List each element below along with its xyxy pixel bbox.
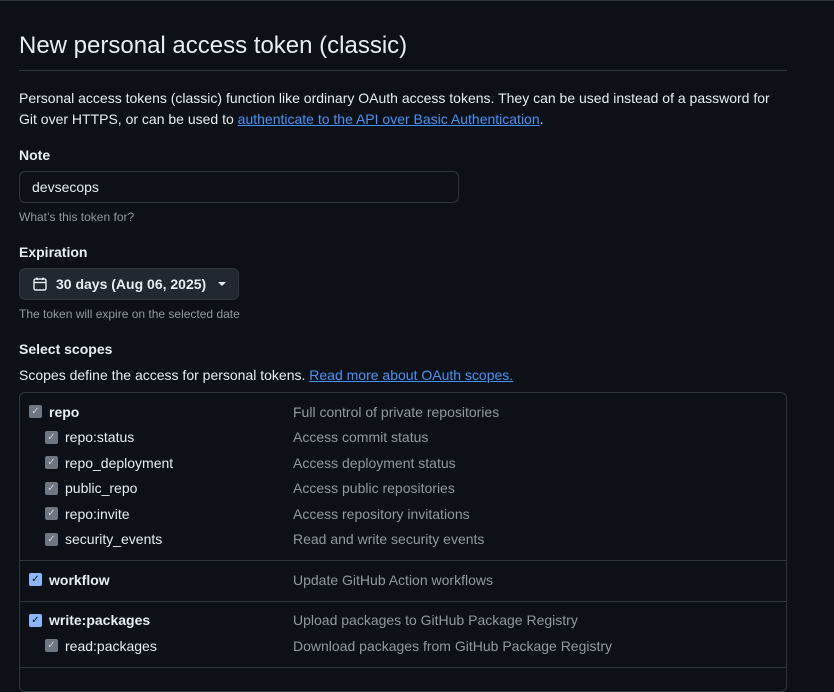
scopes-label: Select scopes bbox=[19, 341, 113, 357]
scope-checkbox[interactable]: ✓ bbox=[29, 573, 42, 587]
expiration-dropdown[interactable]: 30 days (Aug 06, 2025) bbox=[19, 268, 240, 300]
scope-desc: Update GitHub Action workflows bbox=[293, 571, 493, 588]
expiration-value: 30 days (Aug 06, 2025) bbox=[56, 276, 207, 292]
scope-group-workflow: ✓ workflow Update GitHub Action workflows bbox=[20, 561, 786, 602]
scopes-desc-text: Scopes define the access for personal to… bbox=[19, 367, 310, 383]
scope-name: repo:invite bbox=[65, 505, 130, 522]
scope-desc: Full control of private repositories bbox=[293, 403, 500, 420]
scope-group-write-packages: ✓ write:packages Upload packages to GitHub… bbox=[20, 602, 786, 668]
chevron-down-icon bbox=[218, 282, 227, 286]
scope-name: repo_deployment bbox=[65, 454, 174, 471]
scope-row: ✓ repo Full control of private repositorie… bbox=[20, 399, 786, 425]
scope-row: ✓ read:packages Download packages from Git… bbox=[20, 633, 786, 659]
scope-group-repo: ✓ repo Full control of private repositorie… bbox=[20, 393, 786, 561]
scope-row: ✓ repo_deployment Access deployment status bbox=[20, 450, 786, 476]
scope-desc: Access commit status bbox=[293, 429, 429, 446]
intro-text: Personal access tokens (classic) functio… bbox=[19, 88, 787, 130]
scope-desc: Upload packages to GitHub Package Regist… bbox=[293, 612, 578, 629]
scope-row: ✓ public_repo Access public repositories bbox=[20, 476, 786, 502]
scope-checkbox[interactable]: ✓ bbox=[45, 456, 58, 470]
scope-name: repo bbox=[49, 403, 80, 420]
intro-end: . bbox=[539, 111, 544, 127]
token-form: New personal access token (classic) Pers… bbox=[19, 1, 787, 692]
scope-desc: Access public repositories bbox=[293, 480, 455, 497]
scope-name: security_events bbox=[65, 531, 163, 548]
expiration-label: Expiration bbox=[19, 244, 88, 260]
scopes-list: ✓ repo Full control of private repositorie… bbox=[19, 392, 787, 692]
scope-checkbox[interactable]: ✓ bbox=[45, 481, 58, 495]
scope-row: ✓ repo:status Access commit status bbox=[20, 425, 786, 451]
scope-row: ✓ security_events Read and write security … bbox=[20, 527, 786, 553]
scope-row: ✓ repo:invite Access repository invitation… bbox=[20, 501, 786, 527]
scope-checkbox[interactable]: ✓ bbox=[45, 532, 58, 546]
note-label: Note bbox=[19, 147, 51, 163]
scope-checkbox[interactable]: ✓ bbox=[45, 430, 58, 444]
scope-desc: Download packages from GitHub Package Re… bbox=[293, 637, 613, 654]
scopes-desc: Scopes define the access for personal to… bbox=[19, 367, 787, 383]
calendar-icon bbox=[33, 277, 47, 291]
scope-checkbox[interactable]: ✓ bbox=[45, 639, 58, 653]
scope-checkbox[interactable]: ✓ bbox=[29, 613, 42, 627]
page-title: New personal access token (classic) bbox=[19, 32, 787, 71]
scope-row: ✓ workflow Update GitHub Action workflows bbox=[20, 567, 786, 593]
basic-auth-link[interactable]: authenticate to the API over Basic Authe… bbox=[238, 111, 540, 127]
note-input[interactable]: devsecops bbox=[19, 171, 459, 203]
scope-name: write:packages bbox=[49, 612, 151, 629]
scope-name: repo:status bbox=[65, 429, 135, 446]
scope-desc: Access repository invitations bbox=[293, 505, 470, 522]
oauth-scopes-link[interactable]: Read more about OAuth scopes. bbox=[309, 367, 513, 383]
note-hint: What’s this token for? bbox=[19, 210, 135, 224]
scope-checkbox[interactable]: ✓ bbox=[29, 405, 42, 419]
scope-checkbox[interactable]: ✓ bbox=[45, 507, 58, 521]
scope-row: ✓ write:packages Upload packages to GitHub… bbox=[20, 608, 786, 634]
scope-name: read:packages bbox=[65, 637, 157, 654]
expiration-hint: The token will expire on the selected da… bbox=[19, 307, 240, 321]
scope-desc: Read and write security events bbox=[293, 531, 485, 548]
scope-desc: Access deployment status bbox=[293, 454, 456, 471]
scope-name: workflow bbox=[49, 571, 110, 588]
scope-name: public_repo bbox=[65, 480, 138, 497]
